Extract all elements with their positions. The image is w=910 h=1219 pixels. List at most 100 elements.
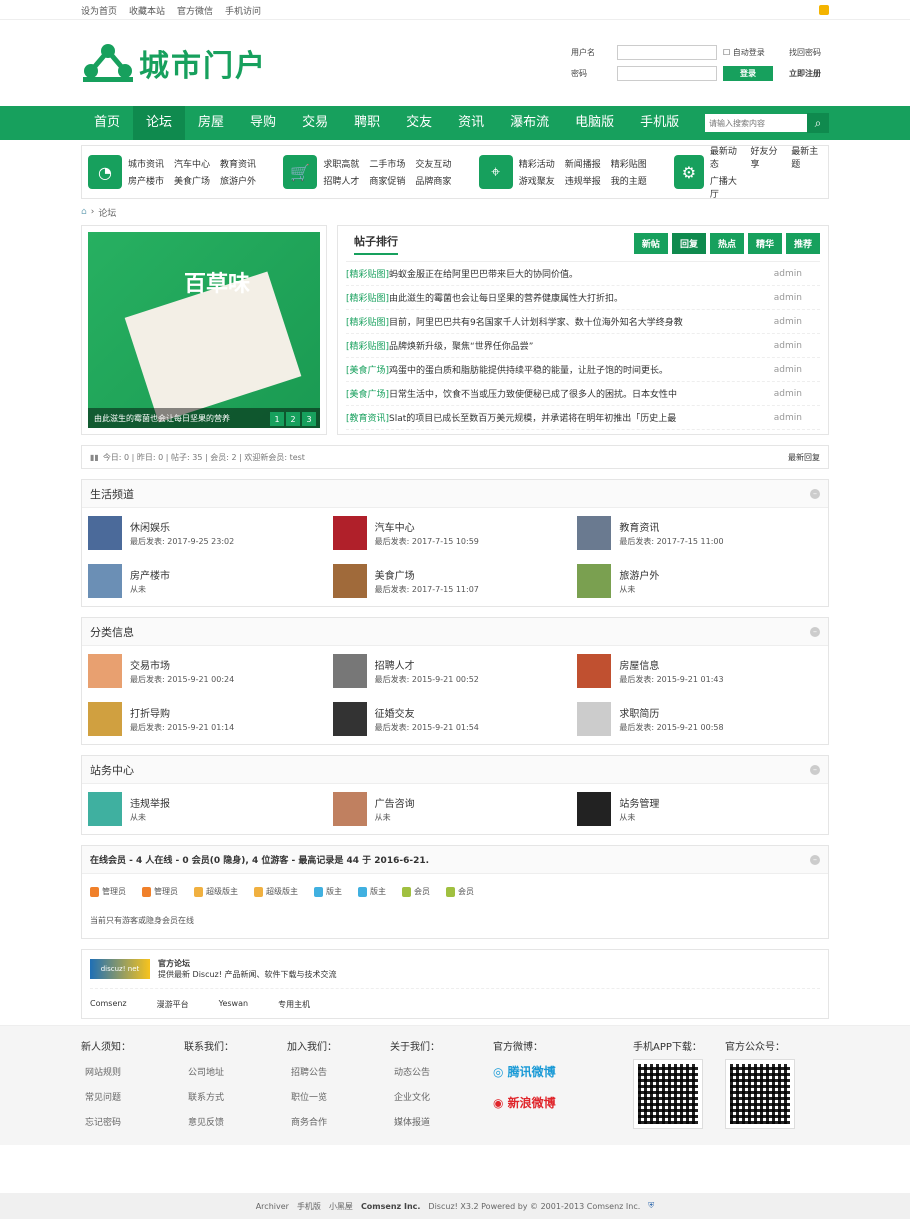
forum-name[interactable]: 交易市场 — [130, 657, 234, 672]
quick-link[interactable]: 交友互动 — [415, 157, 451, 170]
style-icon[interactable] — [819, 5, 829, 15]
forum-thumbnail[interactable] — [88, 702, 122, 736]
forum-item[interactable]: 旅游户外 从未 — [577, 564, 822, 598]
footer-link[interactable]: 联系方式 — [184, 1090, 287, 1103]
nav-item[interactable]: 导购 — [237, 106, 289, 140]
post-title[interactable]: 品牌焕新升级，聚焦“世界任你品尝” — [389, 339, 533, 352]
forum-item[interactable]: 招聘人才 最后发表: 2015-9-21 00:52 — [332, 654, 578, 688]
set-home-link[interactable]: 设为首页 — [81, 4, 117, 17]
post-row[interactable]: [美食广场] 鸡蛋中的蛋白质和脂肪能提供持续平稳的能量，让肚子饱的时间更长。 adm… — [346, 358, 820, 382]
footer-link[interactable]: 职位一览 — [287, 1090, 390, 1103]
forum-thumbnail[interactable] — [577, 564, 612, 598]
nav-item[interactable]: 论坛 — [133, 106, 186, 140]
forum-name[interactable]: 旅游户外 — [619, 567, 659, 582]
friend-link[interactable]: 专用主机 — [278, 999, 310, 1010]
collapse-icon[interactable]: – — [810, 626, 820, 637]
forum-name[interactable]: 违规举报 — [130, 795, 170, 810]
favorite-link[interactable]: 收藏本站 — [129, 4, 165, 17]
mobile-version-link[interactable]: 手机版 — [297, 1201, 321, 1212]
home-icon[interactable]: ⌂ — [81, 207, 87, 217]
forum-name[interactable]: 招聘人才 — [375, 657, 479, 672]
quick-link[interactable]: 好友分享 — [751, 144, 782, 170]
blackroom-link[interactable]: 小黑屋 — [329, 1201, 353, 1212]
friend-link[interactable]: Yeswan — [219, 999, 248, 1010]
post-category[interactable]: [精彩贴图] — [346, 291, 389, 304]
footer-link[interactable]: 商务合作 — [287, 1115, 390, 1128]
forum-thumbnail[interactable] — [332, 654, 367, 688]
forum-thumbnail[interactable] — [88, 792, 122, 826]
mobile-link[interactable]: 手机访问 — [225, 4, 261, 17]
quick-link[interactable]: 城市资讯 — [128, 157, 164, 170]
post-tab[interactable]: 推荐 — [785, 233, 820, 254]
forum-name[interactable]: 求职简历 — [619, 705, 723, 720]
footer-link[interactable]: 公司地址 — [184, 1065, 287, 1078]
footer-link[interactable]: 媒体报道 — [390, 1115, 493, 1128]
quick-link[interactable]: 品牌商家 — [415, 174, 451, 187]
collapse-icon[interactable]: – — [810, 488, 820, 499]
forum-item[interactable]: 求职简历 最后发表: 2015-9-21 00:58 — [577, 702, 822, 736]
quick-link[interactable]: 旅游户外 — [220, 174, 256, 187]
quick-link[interactable]: 游戏聚友 — [519, 174, 555, 187]
post-category[interactable]: [教育资讯] — [346, 411, 389, 424]
archiver-link[interactable]: Archiver — [256, 1202, 289, 1211]
image-slider[interactable]: 百草味 由此滋生的霉菌也会让每日坚果的营养 123 — [81, 225, 327, 435]
post-title[interactable]: 由此滋生的霉菌也会让每日坚果的营养健康属性大打折扣。 — [389, 291, 623, 304]
post-title[interactable]: 鸡蛋中的蛋白质和脂肪能提供持续平稳的能量，让肚子饱的时间更长。 — [389, 363, 668, 376]
forum-thumbnail[interactable] — [332, 516, 367, 550]
post-row[interactable]: [精彩贴图] 蚂蚁金服正在给阿里巴巴带来巨大的协同价值。 admin — [346, 262, 820, 286]
forum-thumbnail[interactable] — [577, 654, 612, 688]
friend-link[interactable]: 漫游平台 — [157, 999, 189, 1010]
collapse-icon[interactable]: – — [810, 764, 820, 775]
post-author[interactable]: admin — [774, 413, 820, 423]
post-row[interactable]: [精彩贴图] 由此滋生的霉菌也会让每日坚果的营养健康属性大打折扣。 admin — [346, 286, 820, 310]
tencent-weibo-link[interactable]: ◎ 腾讯微博 — [493, 1063, 633, 1080]
forum-name[interactable]: 房产楼市 — [130, 567, 170, 582]
auto-login-checkbox[interactable]: ☐ 自动登录 — [723, 47, 783, 58]
post-author[interactable]: admin — [774, 293, 820, 303]
post-author[interactable]: admin — [774, 341, 820, 351]
quick-link[interactable]: 教育资讯 — [220, 157, 256, 170]
comsenz-link[interactable]: Comsenz Inc. — [361, 1202, 420, 1211]
register-link[interactable]: 立即注册 — [789, 68, 829, 79]
post-category[interactable]: [精彩贴图] — [346, 339, 389, 352]
username-input[interactable] — [617, 45, 717, 60]
forum-item[interactable]: 教育资讯 最后发表: 2017-7-15 11:00 — [577, 516, 822, 550]
post-category[interactable]: [美食广场] — [346, 387, 389, 400]
nav-item[interactable]: 首页 — [81, 106, 133, 140]
forum-item[interactable]: 休闲娱乐 最后发表: 2017-9-25 23:02 — [88, 516, 333, 550]
nav-item[interactable]: 交友 — [393, 106, 445, 140]
forum-name[interactable]: 征婚交友 — [375, 705, 479, 720]
footer-link[interactable]: 招聘公告 — [287, 1065, 390, 1078]
forum-item[interactable]: 交易市场 最后发表: 2015-9-21 00:24 — [88, 654, 333, 688]
nav-item[interactable]: 瀑布流 — [497, 106, 562, 140]
forum-name[interactable]: 休闲娱乐 — [130, 519, 234, 534]
forum-thumbnail[interactable] — [577, 516, 612, 550]
quick-link[interactable]: 房产楼市 — [128, 174, 164, 187]
slide-page-button[interactable]: 1 — [270, 412, 284, 426]
post-title[interactable]: Slat的项目已成长至数百万美元规模，并承诺将在明年初推出「历史上最 — [389, 411, 676, 424]
quick-link[interactable]: 最新动态 — [710, 144, 741, 170]
nav-item[interactable]: 房屋 — [185, 106, 237, 140]
post-tab[interactable]: 新帖 — [633, 233, 668, 254]
nav-item[interactable]: 交易 — [289, 106, 341, 140]
forum-thumbnail[interactable] — [332, 564, 367, 598]
forum-item[interactable]: 房产楼市 从未 — [88, 564, 333, 598]
forum-item[interactable]: 征婚交友 最后发表: 2015-9-21 01:54 — [332, 702, 578, 736]
forum-item[interactable]: 站务管理 从未 — [577, 792, 822, 826]
find-password-link[interactable]: 找回密码 — [789, 47, 829, 58]
post-row[interactable]: [精彩贴图] 目前，阿里巴巴共有9名国家千人计划科学家、数十位海外知名大学终身教 a… — [346, 310, 820, 334]
post-tab[interactable]: 精华 — [747, 233, 782, 254]
quick-link[interactable]: 二手市场 — [369, 157, 405, 170]
post-category[interactable]: [精彩贴图] — [346, 315, 389, 328]
post-tab[interactable]: 回复 — [671, 233, 706, 254]
forum-name[interactable]: 汽车中心 — [375, 519, 479, 534]
quick-link[interactable]: 美食广场 — [174, 174, 210, 187]
quick-link[interactable]: 汽车中心 — [174, 157, 210, 170]
post-row[interactable]: [美食广场] 日常生活中，饮食不当或压力致使便秘已成了很多人的困扰。日本女性中 ad… — [346, 382, 820, 406]
search-input[interactable] — [705, 114, 807, 132]
post-title[interactable]: 日常生活中，饮食不当或压力致使便秘已成了很多人的困扰。日本女性中 — [389, 387, 677, 400]
nav-item[interactable]: 资讯 — [445, 106, 497, 140]
post-author[interactable]: admin — [774, 317, 820, 327]
footer-link[interactable]: 意见反馈 — [184, 1115, 287, 1128]
footer-link[interactable]: 常见问题 — [81, 1090, 184, 1103]
